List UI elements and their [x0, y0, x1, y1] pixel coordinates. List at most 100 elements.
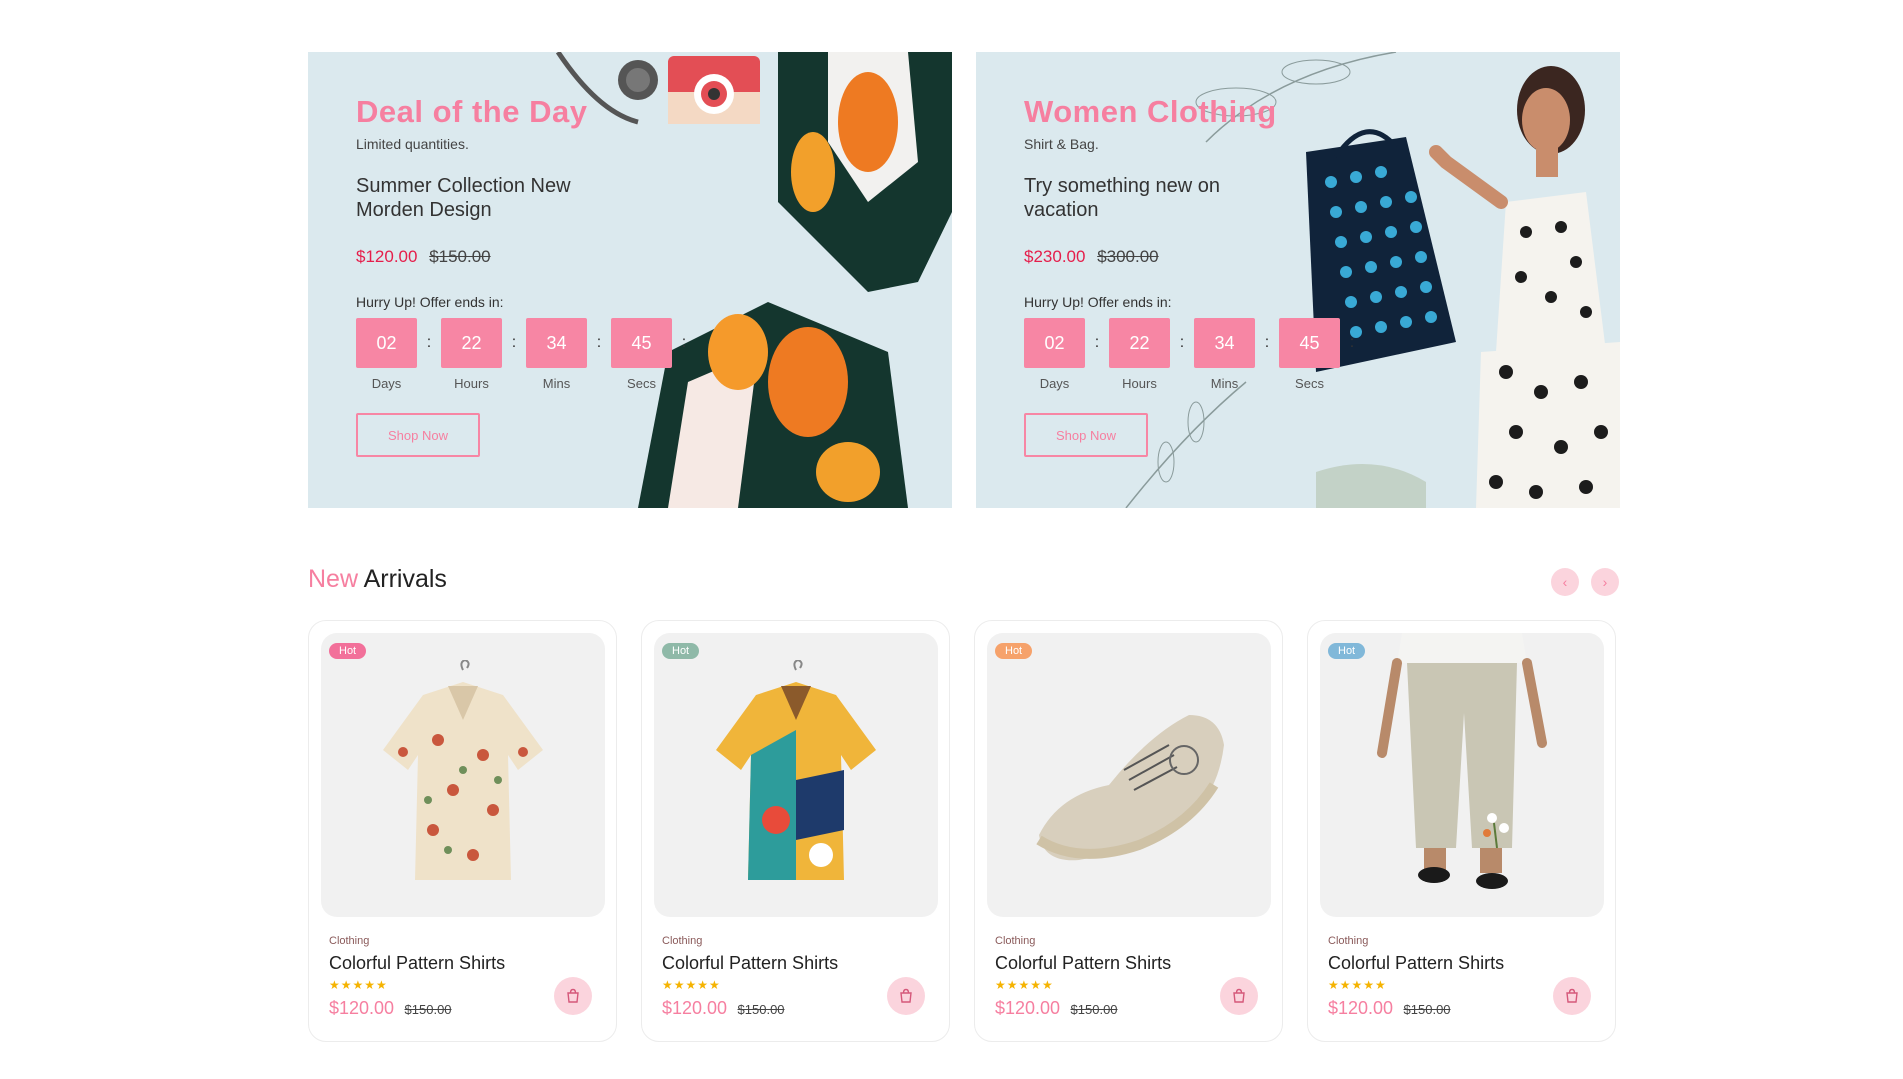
countdown-value: 34	[526, 318, 587, 368]
colorblock-shirt-image	[716, 660, 876, 880]
product-name[interactable]: Colorful Pattern Shirts	[662, 953, 937, 974]
shopping-bag-icon	[1566, 988, 1578, 1003]
countdown-separator: :	[511, 334, 517, 351]
new-arrivals-title: New Arrivals	[308, 565, 447, 594]
countdown-separator: :	[681, 334, 687, 351]
banner-subtitle: Limited quantities.	[356, 136, 469, 152]
banner-text: Deal of the Day Limited quantities. Summ…	[356, 92, 696, 457]
countdown-value: 02	[356, 318, 417, 368]
shopping-bag-icon	[567, 988, 579, 1003]
woman-figure	[1429, 66, 1620, 508]
old-price: $150.00	[429, 247, 491, 266]
countdown-separator: :	[1094, 334, 1100, 351]
sale-price: $120.00	[329, 998, 395, 1018]
shirt-shape	[778, 52, 952, 292]
chevron-right-icon: ›	[1602, 574, 1608, 590]
countdown-separator: :	[1264, 334, 1270, 351]
deal-of-the-day-banner: Deal of the Day Limited quantities. Summ…	[308, 52, 952, 508]
banner-text: Women Clothing Shirt & Bag. Try somethin…	[1024, 92, 1364, 457]
product-name[interactable]: Colorful Pattern Shirts	[329, 953, 604, 974]
countdown-label: Secs	[627, 376, 656, 391]
chevron-left-icon: ‹	[1562, 574, 1568, 590]
product-carousel: Hot Clothing Colorful Pattern Shirts ★★★…	[308, 620, 1616, 1042]
add-to-cart-button[interactable]	[554, 977, 592, 1015]
countdown-label: Hours	[454, 376, 489, 391]
product-image[interactable]: Hot	[654, 633, 938, 917]
product-image[interactable]: Hot	[987, 633, 1271, 917]
product-card[interactable]: Hot Clothing Colorful Pattern Shirts ★★★…	[308, 620, 617, 1042]
product-category[interactable]: Clothing	[1328, 935, 1603, 947]
old-price: $150.00	[1403, 1002, 1451, 1017]
linen-pants-image	[1377, 633, 1547, 889]
countdown-mins: 34 Mins	[1194, 318, 1255, 391]
countdown-days: 02 Days	[1024, 318, 1085, 391]
hot-badge: Hot	[995, 643, 1033, 659]
hot-badge: Hot	[1328, 643, 1366, 659]
product-category[interactable]: Clothing	[995, 935, 1270, 947]
product-category[interactable]: Clothing	[662, 935, 937, 947]
countdown-label: Mins	[1210, 376, 1239, 391]
old-price: $300.00	[1097, 247, 1159, 266]
sale-price: $120.00	[1328, 998, 1394, 1018]
product-card[interactable]: Hot Clothing Colorful Pattern Shirts ★★★…	[641, 620, 950, 1042]
sale-price: $120.00	[995, 998, 1061, 1018]
shopping-bag-icon	[1233, 988, 1245, 1003]
old-price: $150.00	[404, 1002, 452, 1017]
carousel-prev-button[interactable]: ‹	[1551, 568, 1579, 596]
product-category[interactable]: Clothing	[329, 935, 604, 947]
countdown-secs: 45 Secs	[611, 318, 672, 391]
countdown-separator: :	[426, 334, 432, 351]
countdown-label: Days	[371, 376, 402, 391]
product-image[interactable]: Hot	[1320, 633, 1604, 917]
countdown-value: 34	[1194, 318, 1255, 368]
old-price: $150.00	[737, 1002, 785, 1017]
countdown-hours: 22 Hours	[441, 318, 502, 391]
women-clothing-banner: Women Clothing Shirt & Bag. Try somethin…	[976, 52, 1620, 508]
offer-ends-label: Hurry Up! Offer ends in:	[356, 294, 504, 310]
countdown-label: Days	[1039, 376, 1070, 391]
hot-badge: Hot	[662, 643, 700, 659]
banner-title: Deal of the Day	[356, 94, 588, 129]
countdown-separator: :	[1349, 334, 1355, 351]
sale-price: $230.00	[1024, 247, 1086, 266]
title-highlight: New	[308, 565, 359, 593]
add-to-cart-button[interactable]	[887, 977, 925, 1015]
countdown-secs: 45 Secs	[1279, 318, 1340, 391]
countdown-mins: 34 Mins	[526, 318, 587, 391]
countdown-label: Hours	[1122, 376, 1157, 391]
countdown-days: 02 Days	[356, 318, 417, 391]
product-image[interactable]: Hot	[321, 633, 605, 917]
countdown-value: 22	[1109, 318, 1170, 368]
banner-headline: Try something new on vacation	[1024, 175, 1221, 221]
price-row: $120.00 $150.00	[356, 247, 696, 267]
sale-price: $120.00	[356, 247, 418, 266]
product-card[interactable]: Hot Clothing Colorful Pattern Shirts ★★★…	[974, 620, 1283, 1042]
countdown-label: Mins	[542, 376, 571, 391]
countdown-value: 02	[1024, 318, 1085, 368]
hot-badge: Hot	[329, 643, 367, 659]
countdown-timer: 02 Days : 22 Hours : 34 Mins : 45 Secs :	[356, 318, 696, 391]
old-price: $150.00	[1070, 1002, 1118, 1017]
countdown-value: 22	[441, 318, 502, 368]
shop-now-button[interactable]: Shop Now	[1024, 413, 1148, 457]
mushroom-shirt-image	[383, 660, 543, 880]
price-row: $230.00 $300.00	[1024, 247, 1364, 267]
countdown-separator: :	[1179, 334, 1185, 351]
add-to-cart-button[interactable]	[1553, 977, 1591, 1015]
countdown-hours: 22 Hours	[1109, 318, 1170, 391]
offer-ends-label: Hurry Up! Offer ends in:	[1024, 294, 1172, 310]
beige-shoe-image	[1036, 715, 1224, 861]
countdown-value: 45	[611, 318, 672, 368]
product-name[interactable]: Colorful Pattern Shirts	[1328, 953, 1603, 974]
add-to-cart-button[interactable]	[1220, 977, 1258, 1015]
countdown-label: Secs	[1295, 376, 1324, 391]
shop-now-button[interactable]: Shop Now	[356, 413, 480, 457]
countdown-value: 45	[1279, 318, 1340, 368]
product-card[interactable]: Hot Clothing Colorful Pattern Shirts ★★★…	[1307, 620, 1616, 1042]
title-rest: Arrivals	[363, 565, 447, 593]
sale-price: $120.00	[662, 998, 728, 1018]
countdown-separator: :	[596, 334, 602, 351]
carousel-next-button[interactable]: ›	[1591, 568, 1619, 596]
product-name[interactable]: Colorful Pattern Shirts	[995, 953, 1270, 974]
shopping-bag-icon	[900, 988, 912, 1003]
